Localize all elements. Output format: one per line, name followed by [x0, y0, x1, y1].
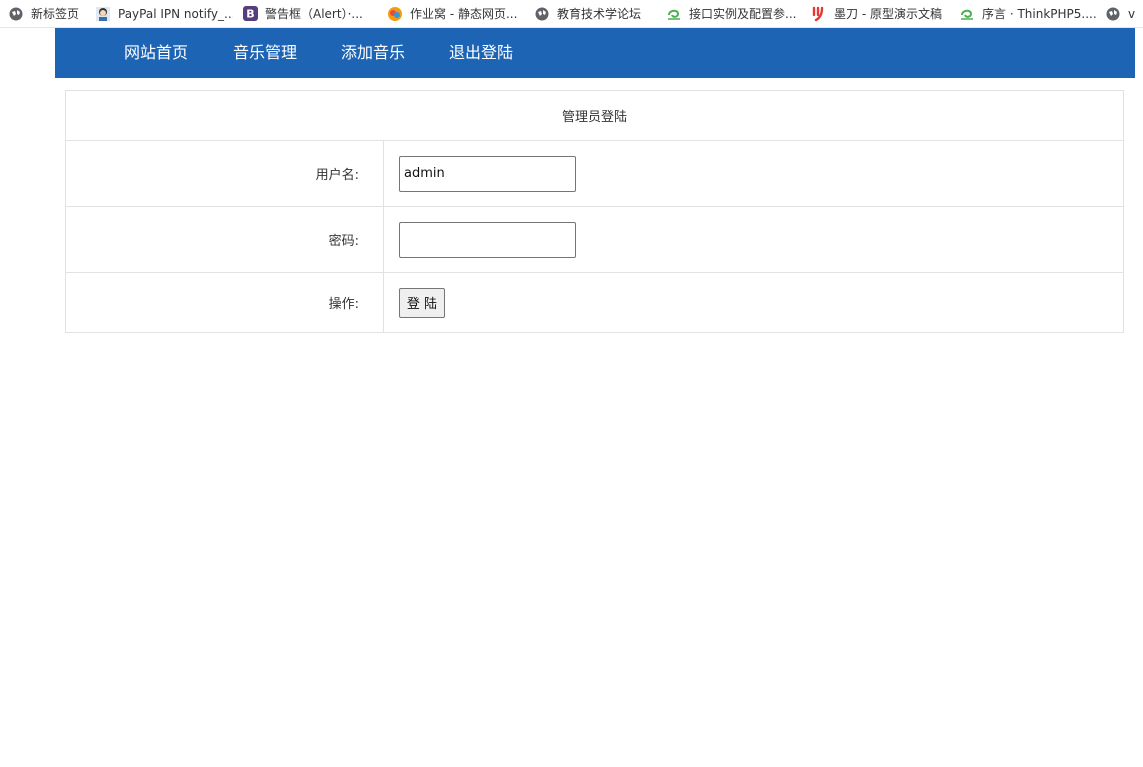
bookmark-label: 接口实例及配置参...: [689, 7, 797, 21]
password-row: 密码:: [65, 206, 1124, 273]
login-button[interactable]: 登 陆: [399, 287, 445, 318]
password-input[interactable]: [399, 221, 576, 258]
bookmark-thinkphp[interactable]: 序言 · ThinkPHP5....: [959, 0, 1098, 27]
main-navbar: 网站首页 音乐管理 添加音乐 退出登陆: [55, 28, 1135, 78]
bookmark-alert[interactable]: B 警告框（Alert）·...: [242, 0, 378, 27]
bookmark-label: 教育技术学论坛: [557, 7, 642, 21]
nav-home-link[interactable]: 网站首页: [124, 28, 188, 78]
svg-text:B: B: [246, 8, 254, 21]
modao-logo-icon: [811, 6, 827, 22]
bookmark-new-tab[interactable]: 新标签页: [8, 0, 88, 27]
nav-music-manage-link[interactable]: 音乐管理: [233, 28, 297, 78]
bookmark-vi[interactable]: vi: [1105, 0, 1135, 27]
action-row: 操作: 登 陆: [65, 272, 1124, 333]
bookmark-label: vi: [1128, 6, 1135, 21]
username-row: 用户名:: [65, 140, 1124, 207]
bookmarks-bar: 新标签页 PayPal IPN notify_... B 警告框（Alert）·…: [0, 0, 1143, 28]
username-input[interactable]: [399, 155, 576, 192]
login-table: 管理员登陆 用户名: 密码: 操作: 登 陆: [65, 90, 1124, 333]
avatar-icon: [95, 6, 111, 22]
bookmark-label: 作业窝 - 静态网页...: [410, 7, 518, 21]
green-swirl-icon: [666, 6, 682, 22]
bookmark-label: 警告框（Alert）·...: [265, 7, 363, 21]
colorful-logo-icon: [387, 6, 403, 22]
bookmark-label: 墨刀 - 原型演示文稿: [834, 7, 942, 21]
globe-icon: [8, 6, 24, 22]
bookmark-label: 新标签页: [31, 7, 80, 21]
username-cell: [383, 140, 1124, 207]
bookmark-modao[interactable]: 墨刀 - 原型演示文稿: [811, 0, 948, 27]
green-swirl-icon: [959, 6, 975, 22]
bookmark-label: 序言 · ThinkPHP5....: [982, 7, 1097, 21]
action-label: 操作:: [65, 272, 384, 333]
bookmark-api-examples[interactable]: 接口实例及配置参...: [666, 0, 801, 27]
username-label: 用户名:: [65, 140, 384, 207]
bookmark-label: PayPal IPN notify_...: [118, 6, 233, 21]
globe-icon: [1105, 6, 1121, 22]
password-label: 密码:: [65, 206, 384, 273]
bookmark-edu-forum[interactable]: 教育技术学论坛: [534, 0, 654, 27]
nav-add-music-link[interactable]: 添加音乐: [341, 28, 405, 78]
action-cell: 登 陆: [383, 272, 1124, 333]
globe-icon: [534, 6, 550, 22]
password-cell: [383, 206, 1124, 273]
bootstrap-icon: B: [242, 6, 258, 22]
nav-logout-link[interactable]: 退出登陆: [449, 28, 513, 78]
bookmark-zuoyewo[interactable]: 作业窝 - 静态网页...: [387, 0, 528, 27]
bookmark-paypal[interactable]: PayPal IPN notify_...: [95, 0, 233, 27]
form-title: 管理员登陆: [65, 90, 1124, 141]
